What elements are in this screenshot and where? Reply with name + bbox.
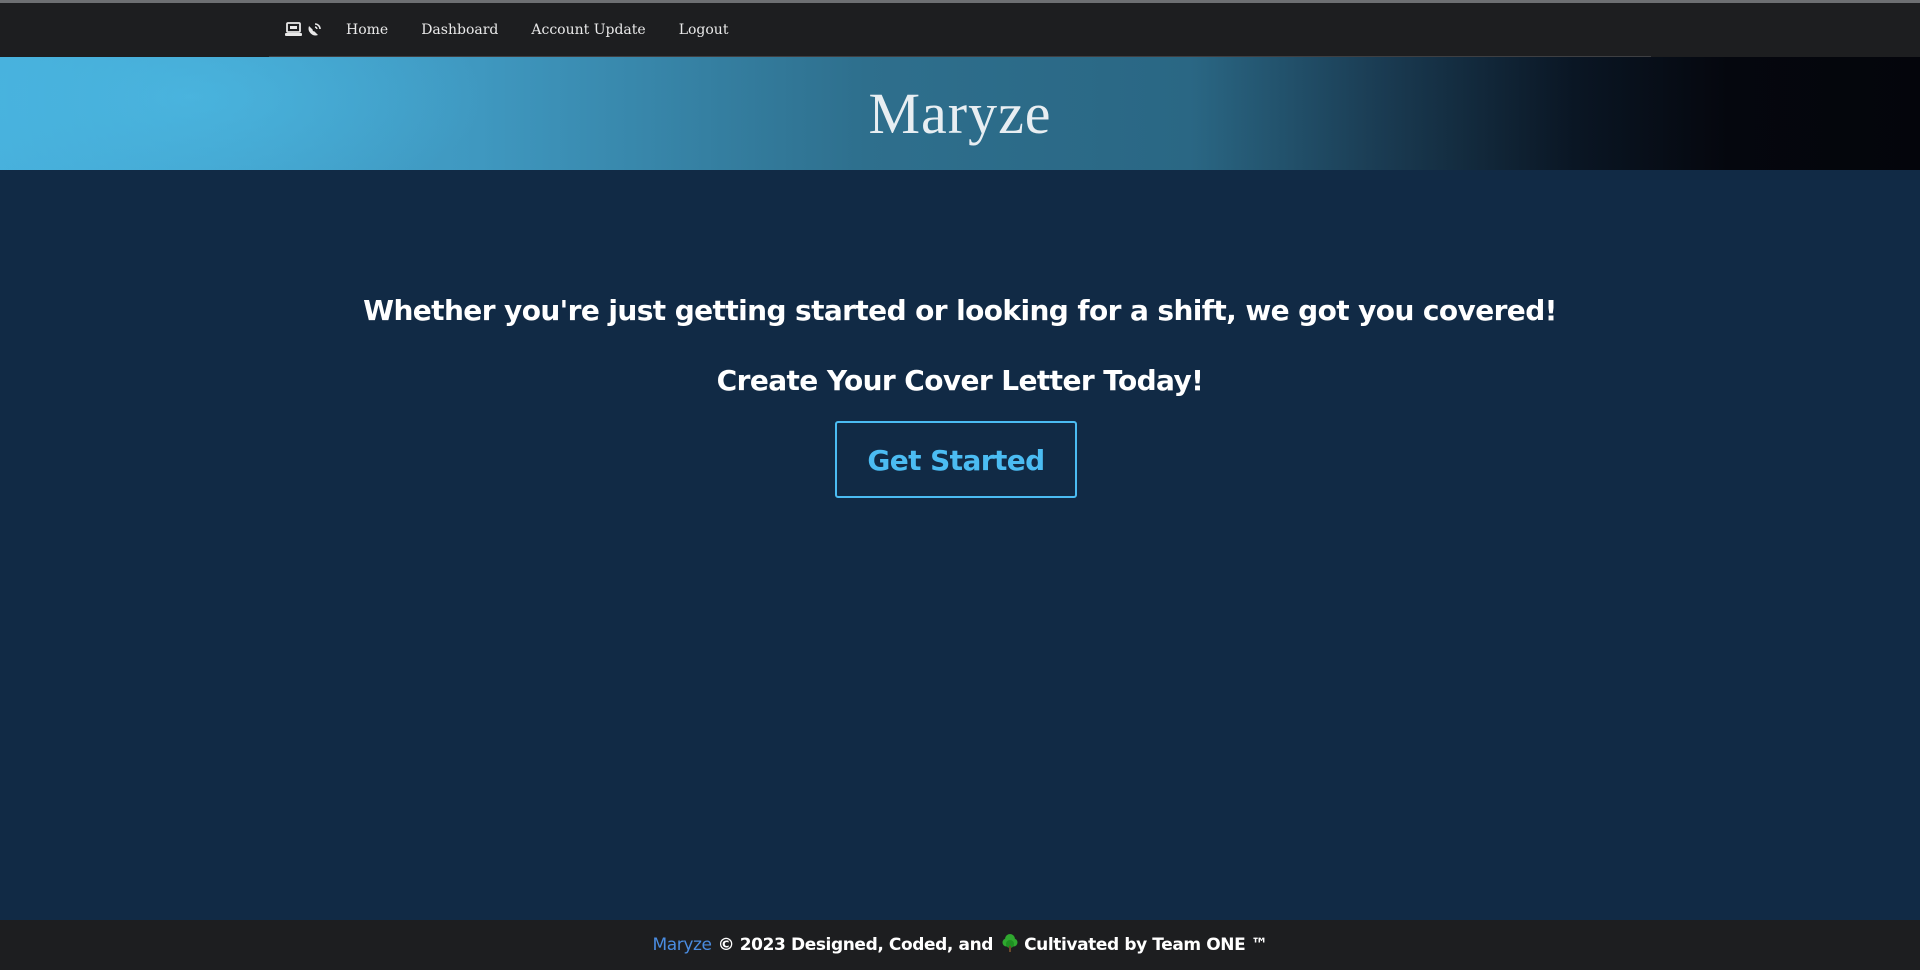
hero-banner: Maryze xyxy=(0,57,1920,170)
footer-brand-link[interactable]: Maryze xyxy=(653,935,713,955)
navbar-inner: Home Dashboard Account Update Logout xyxy=(269,3,1651,57)
footer: Maryze © 2023 Designed, Coded, and Culti… xyxy=(0,920,1920,970)
navbar-brand[interactable] xyxy=(285,22,322,37)
nav-link-account-update[interactable]: Account Update xyxy=(531,22,645,38)
tagline: Whether you're just getting started or l… xyxy=(363,294,1557,327)
site-title: Maryze xyxy=(868,81,1052,146)
nav-link-home[interactable]: Home xyxy=(346,22,388,38)
footer-credit-text: Cultivated by Team ONE ™ xyxy=(1024,935,1268,955)
cta-heading: Create Your Cover Letter Today! xyxy=(716,364,1204,397)
satellite-dish-icon xyxy=(307,22,322,37)
nav-link-logout[interactable]: Logout xyxy=(679,22,729,38)
nav-link-dashboard[interactable]: Dashboard xyxy=(421,22,498,38)
navbar: Home Dashboard Account Update Logout xyxy=(0,3,1920,57)
footer-copyright-text: © 2023 Designed, Coded, and xyxy=(717,935,994,955)
tree-icon xyxy=(1002,933,1018,957)
get-started-button[interactable]: Get Started xyxy=(835,421,1077,498)
main-content: Whether you're just getting started or l… xyxy=(0,170,1920,920)
laptop-icon xyxy=(285,22,302,37)
